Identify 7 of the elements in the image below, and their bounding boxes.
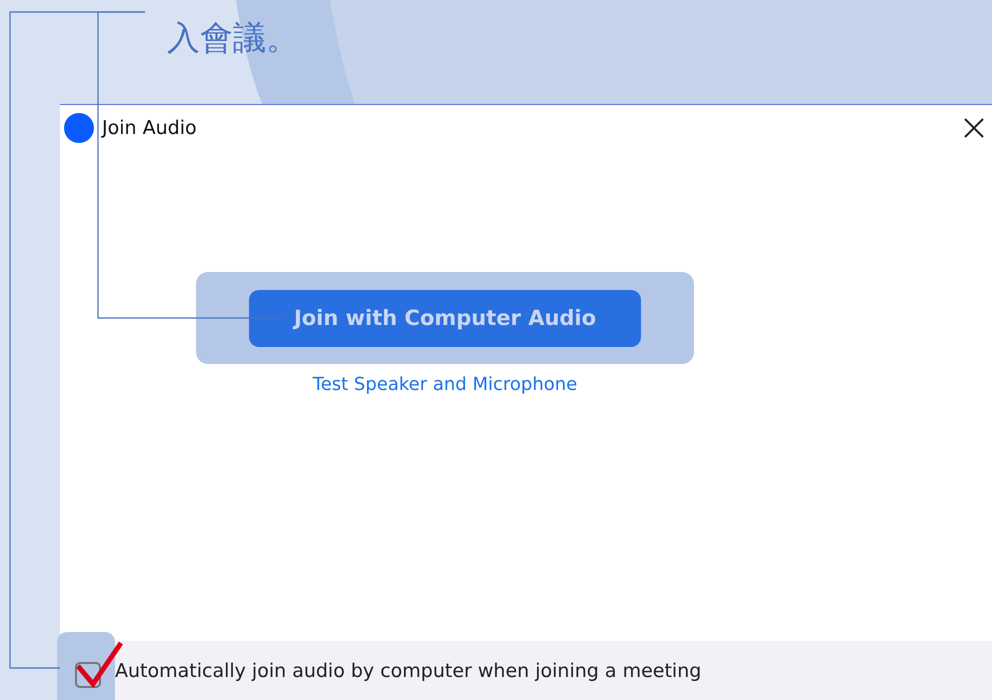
- close-button[interactable]: [962, 116, 986, 140]
- window-title: Join Audio: [102, 117, 198, 139]
- app-logo-icon: [64, 113, 94, 143]
- checkbox-label: Automatically join audio by computer when joining a meeting: [115, 660, 702, 682]
- caption-text: 入會議。: [167, 18, 300, 58]
- test-audio-link[interactable]: Test Speaker and Microphone: [312, 374, 578, 395]
- join-audio-button[interactable]: Join with Computer Audio: [249, 290, 641, 346]
